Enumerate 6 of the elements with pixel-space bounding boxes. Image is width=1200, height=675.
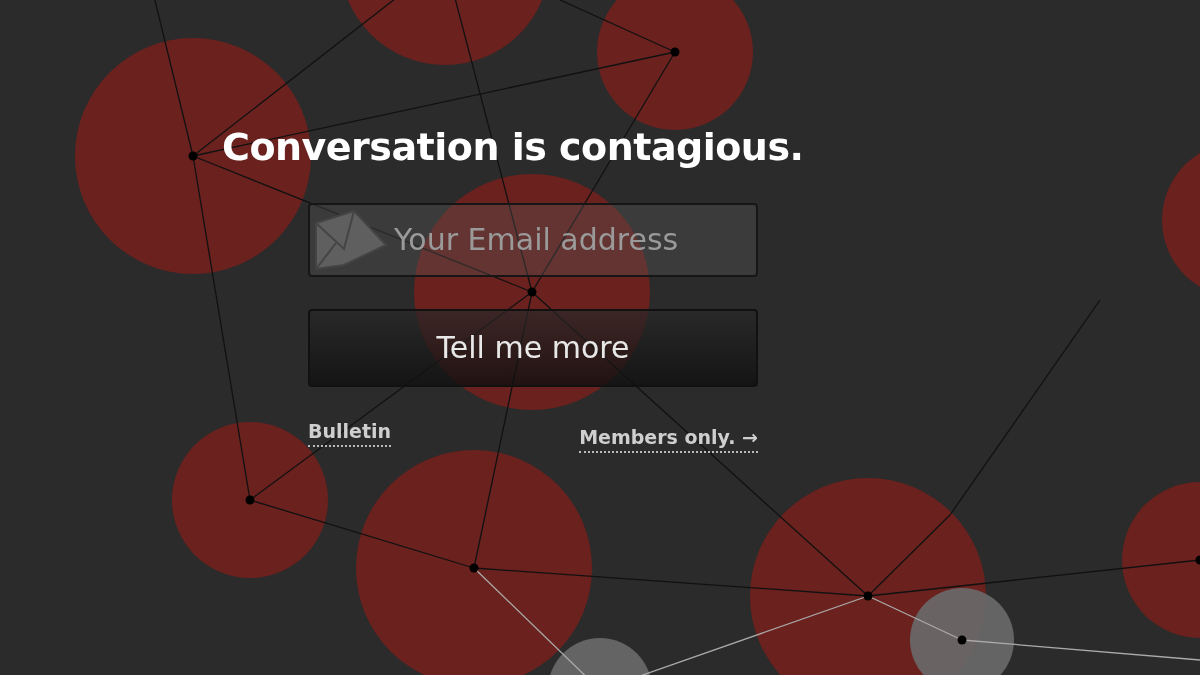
bulletin-link[interactable]: Bulletin: [308, 416, 392, 448]
email-field[interactable]: Your Email address: [308, 202, 758, 277]
heading: Conversation is contagious.: [222, 125, 805, 171]
envelope-icon: [314, 208, 388, 271]
members-link[interactable]: Members only. →: [579, 422, 758, 454]
tell-me-more-button[interactable]: Tell me more: [308, 308, 758, 387]
